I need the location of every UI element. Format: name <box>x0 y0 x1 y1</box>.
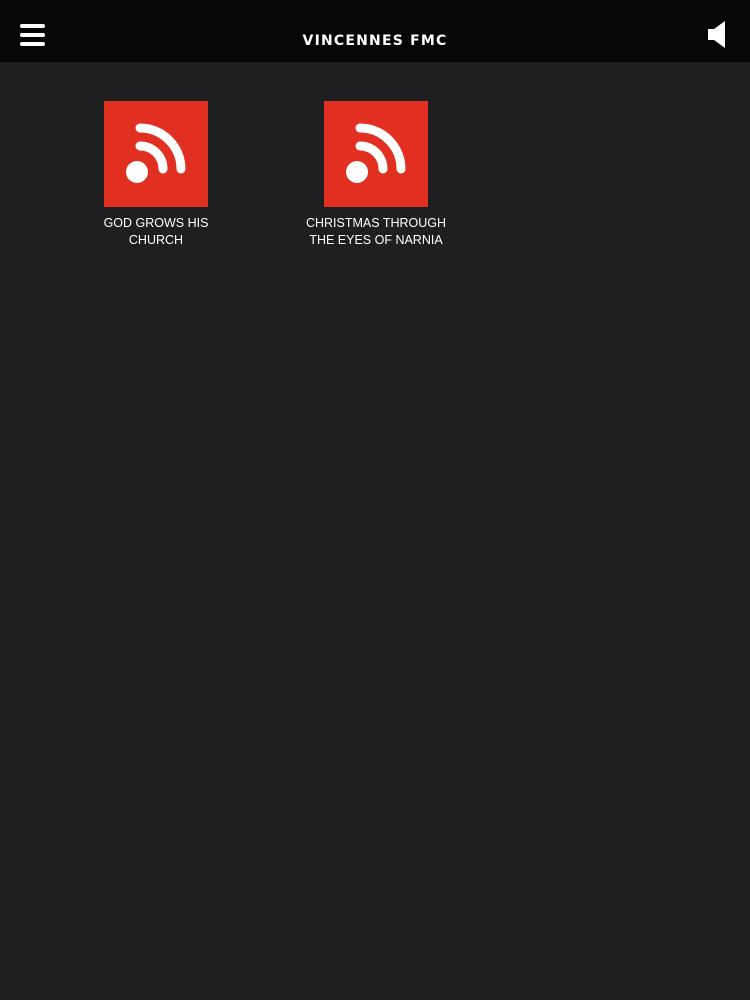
volume-icon[interactable] <box>708 21 728 48</box>
main-content: GOD GROWS HIS CHURCH CHRISTMAS THROUGH T… <box>0 62 750 1000</box>
rss-feed-icon <box>324 101 428 207</box>
tile-label: GOD GROWS HIS CHURCH <box>103 216 209 247</box>
speaker-icon <box>708 21 725 48</box>
rss-feed-icon <box>104 101 208 207</box>
rss-feed-icon-graphic <box>346 123 406 183</box>
tile-god-grows-his-church[interactable]: GOD GROWS HIS CHURCH <box>81 101 231 249</box>
menu-line <box>20 24 45 28</box>
top-bar: VINCENNES FMC <box>0 0 750 62</box>
tile-christmas-through-the-eyes-of-narnia[interactable]: CHRISTMAS THROUGH THE EYES OF NARNIA <box>301 101 451 249</box>
app-screen: VINCENNES FMC GOD GROWS HIS CHURCH CHRIS… <box>0 0 750 1000</box>
rss-feed-icon-graphic <box>126 123 186 183</box>
tile-label: CHRISTMAS THROUGH THE EYES OF NARNIA <box>305 216 447 247</box>
page-title: VINCENNES FMC <box>302 33 448 49</box>
